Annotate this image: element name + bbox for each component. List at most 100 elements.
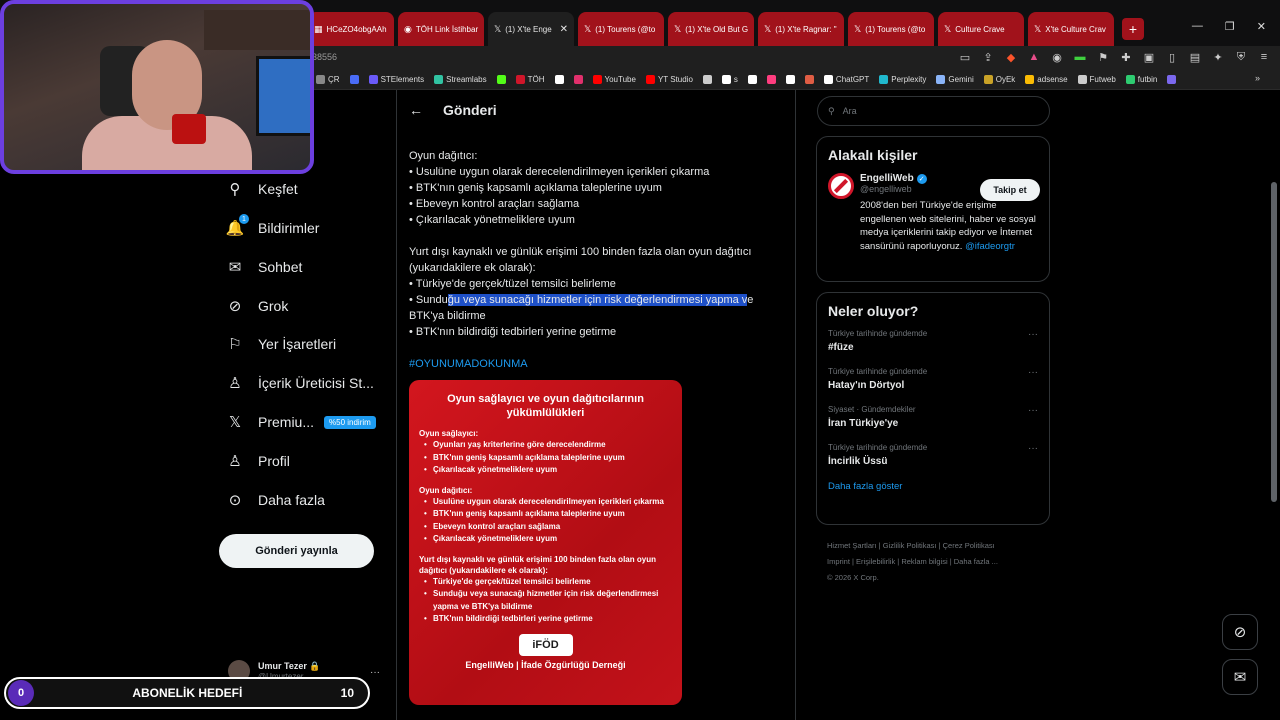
browser-tab[interactable]: 𝕏 (1) Tourens (@to bbox=[848, 12, 934, 46]
trend-item[interactable]: Türkiye tarihinde gündemde Hatay'ın Dörty… bbox=[828, 367, 1038, 391]
extension-icon[interactable]: ◉ bbox=[1051, 51, 1063, 64]
extension-icon[interactable]: ▬ bbox=[1074, 51, 1086, 64]
bookmark-item[interactable]: Futweb bbox=[1077, 75, 1116, 84]
browser-tab[interactable]: 𝕏 (1) X'te Enge ✕ bbox=[488, 12, 574, 46]
sidebar-item-creator[interactable]: ♙ İçerik Üreticisi St... bbox=[226, 374, 374, 392]
bookmark-item[interactable] bbox=[496, 75, 506, 84]
sidebar-item-bookmark[interactable]: ⚐ Yer İşaretleri bbox=[226, 335, 336, 353]
trend-item[interactable]: Türkiye tarihinde gündemde #füze ··· bbox=[828, 329, 1038, 353]
bookmark-item[interactable] bbox=[785, 75, 795, 84]
more-icon[interactable]: ··· bbox=[1028, 329, 1038, 340]
bookmarks-overflow-icon[interactable]: » bbox=[1255, 73, 1260, 83]
discount-badge: %50 indirim bbox=[324, 415, 376, 429]
browser-tab[interactable]: 𝕏 (1) X'te Ragnar: " bbox=[758, 12, 844, 46]
bookmark-item[interactable] bbox=[766, 75, 776, 84]
footer-link[interactable]: Erişilebilirlik bbox=[856, 557, 895, 566]
bookmark-item[interactable]: Streamlabs bbox=[434, 75, 487, 84]
bookmark-item[interactable]: YT Studio bbox=[645, 75, 693, 84]
cast-icon[interactable]: ▭ bbox=[959, 51, 971, 64]
close-window-icon[interactable]: ✕ bbox=[1257, 20, 1266, 33]
url-text[interactable]: 38556 bbox=[312, 52, 337, 62]
sidebar-item-search[interactable]: ⚲ Keşfet bbox=[226, 180, 298, 198]
vpn-icon[interactable]: ⛨ bbox=[1235, 51, 1247, 64]
scrollbar-thumb[interactable] bbox=[1271, 182, 1277, 502]
footer-link[interactable]: Imprint bbox=[827, 557, 850, 566]
bookmark-favicon-icon bbox=[573, 75, 583, 84]
bookmark-item[interactable]: ÇR bbox=[316, 75, 340, 84]
bookmark-label: adsense bbox=[1037, 75, 1068, 84]
bookmark-item[interactable]: adsense bbox=[1025, 75, 1068, 84]
extension-icon[interactable]: ▣ bbox=[1143, 51, 1155, 64]
hashtag-link[interactable]: #OYUNUMADOKUNMA bbox=[409, 356, 779, 372]
follow-button[interactable]: Takip et bbox=[980, 179, 1040, 201]
show-more-link[interactable]: Daha fazla göster bbox=[828, 481, 1038, 492]
footer-link[interactable]: Gizlilik Politikası bbox=[883, 541, 937, 550]
share-icon[interactable]: ⇪ bbox=[982, 51, 994, 64]
sidebar-item-more-circle[interactable]: ⊙ Daha fazla bbox=[226, 491, 325, 509]
bookmark-item[interactable]: TÖH bbox=[515, 75, 545, 84]
post-button[interactable]: Gönderi yayınla bbox=[219, 534, 374, 568]
puzzle-icon[interactable]: ✚ bbox=[1120, 51, 1132, 64]
back-arrow-icon[interactable]: ← bbox=[409, 102, 423, 118]
scrollbar[interactable] bbox=[1270, 92, 1278, 712]
sidebar-icon[interactable]: ▯ bbox=[1166, 51, 1178, 64]
bookmark-item[interactable]: STElements bbox=[368, 75, 424, 84]
minimize-icon[interactable]: — bbox=[1192, 20, 1203, 33]
sidebar-item-grok[interactable]: ⊘ Grok bbox=[226, 297, 289, 315]
more-icon[interactable]: ··· bbox=[1028, 405, 1038, 416]
sidebar-item-mail[interactable]: ✉ Sohbet bbox=[226, 258, 303, 276]
bookmark-item[interactable]: ChatGPT bbox=[823, 75, 869, 84]
bio-link[interactable]: @ifadeorgtr bbox=[965, 241, 1015, 252]
bookmark-favicon-icon bbox=[879, 75, 889, 84]
menu-icon[interactable]: ≡ bbox=[1258, 51, 1270, 64]
footer-link[interactable]: Hizmet Şartları bbox=[827, 541, 877, 550]
notification-count-badge: 1 bbox=[239, 214, 249, 224]
more-icon[interactable]: ··· bbox=[1028, 367, 1038, 378]
browser-tab[interactable]: ▦ HCeZO4obgAAh bbox=[308, 12, 394, 46]
sidebar-item-person[interactable]: ♙ Profil bbox=[226, 452, 290, 470]
goal-start-value: 0 bbox=[8, 680, 34, 706]
bookmark-item[interactable]: s bbox=[721, 75, 738, 84]
bookmark-item[interactable] bbox=[573, 75, 583, 84]
footer-link[interactable]: Reklam bilgisi bbox=[901, 557, 947, 566]
bookmark-item[interactable] bbox=[702, 75, 712, 84]
post-image[interactable]: Oyun sağlayıcı ve oyun dağıtıcılarının y… bbox=[409, 380, 682, 705]
restore-icon[interactable]: ❐ bbox=[1225, 20, 1235, 33]
search-input[interactable]: ⚲ Ara bbox=[817, 96, 1050, 126]
bookmark-item[interactable]: Perplexity bbox=[879, 75, 926, 84]
browser-tab[interactable]: 𝕏 X'te Culture Crav bbox=[1028, 12, 1114, 46]
browser-tab[interactable]: 𝕏 (1) X'te Old But G bbox=[668, 12, 754, 46]
sidebar-item-bell[interactable]: 🔔 1 Bildirimler bbox=[226, 214, 319, 237]
bookmark-item[interactable] bbox=[747, 75, 757, 84]
post-header: ← Gönderi bbox=[397, 90, 795, 130]
bookmark-item[interactable] bbox=[554, 75, 564, 84]
grok-fab-icon[interactable]: ⊘ bbox=[1222, 614, 1258, 650]
browser-tab[interactable]: 𝕏 (1) Tourens (@to bbox=[578, 12, 664, 46]
sidebar-item-label: İçerik Üreticisi St... bbox=[258, 375, 374, 391]
browser-tab[interactable]: ◉ TÖH Link İstihbar bbox=[398, 12, 484, 46]
trend-item[interactable]: Siyaset · Gündemdekiler İran Türkiye'ye ··… bbox=[828, 405, 1038, 429]
bookmark-item[interactable]: Gemini bbox=[936, 75, 974, 84]
more-icon[interactable]: ··· bbox=[1028, 443, 1038, 454]
bookmark-item[interactable] bbox=[349, 75, 359, 84]
brave-shield-icon[interactable]: ◆ bbox=[1005, 51, 1017, 64]
extension-icon[interactable]: ⚑ bbox=[1097, 51, 1109, 64]
rewards-icon[interactable]: ▲ bbox=[1028, 51, 1040, 64]
bookmark-item[interactable] bbox=[804, 75, 814, 84]
footer-link[interactable]: Daha fazla ... bbox=[954, 557, 998, 566]
post-text-line: Yurt dışı kaynaklı ve günlük erişimi 100… bbox=[409, 246, 752, 258]
new-tab-button[interactable]: + bbox=[1122, 18, 1144, 40]
bookmark-item[interactable]: YouTube bbox=[592, 75, 636, 84]
sidebar-item-x-logo[interactable]: 𝕏 Premiu... %50 indirim bbox=[226, 413, 376, 431]
more-icon[interactable]: ··· bbox=[370, 667, 380, 678]
browser-tab[interactable]: 𝕏 Culture Crave bbox=[938, 12, 1024, 46]
ai-icon[interactable]: ✦ bbox=[1212, 51, 1224, 64]
trend-item[interactable]: Türkiye tarihinde gündemde İncirlik Üssü ·… bbox=[828, 443, 1038, 467]
close-icon[interactable]: ✕ bbox=[560, 24, 568, 35]
messages-fab-icon[interactable]: ✉ bbox=[1222, 659, 1258, 695]
wallet-icon[interactable]: ▤ bbox=[1189, 51, 1201, 64]
bookmark-item[interactable]: OyEk bbox=[983, 75, 1015, 84]
footer-link[interactable]: Çerez Politikası bbox=[943, 541, 995, 550]
bookmark-item[interactable]: futbin bbox=[1125, 75, 1157, 84]
bookmark-item[interactable] bbox=[1167, 75, 1177, 84]
